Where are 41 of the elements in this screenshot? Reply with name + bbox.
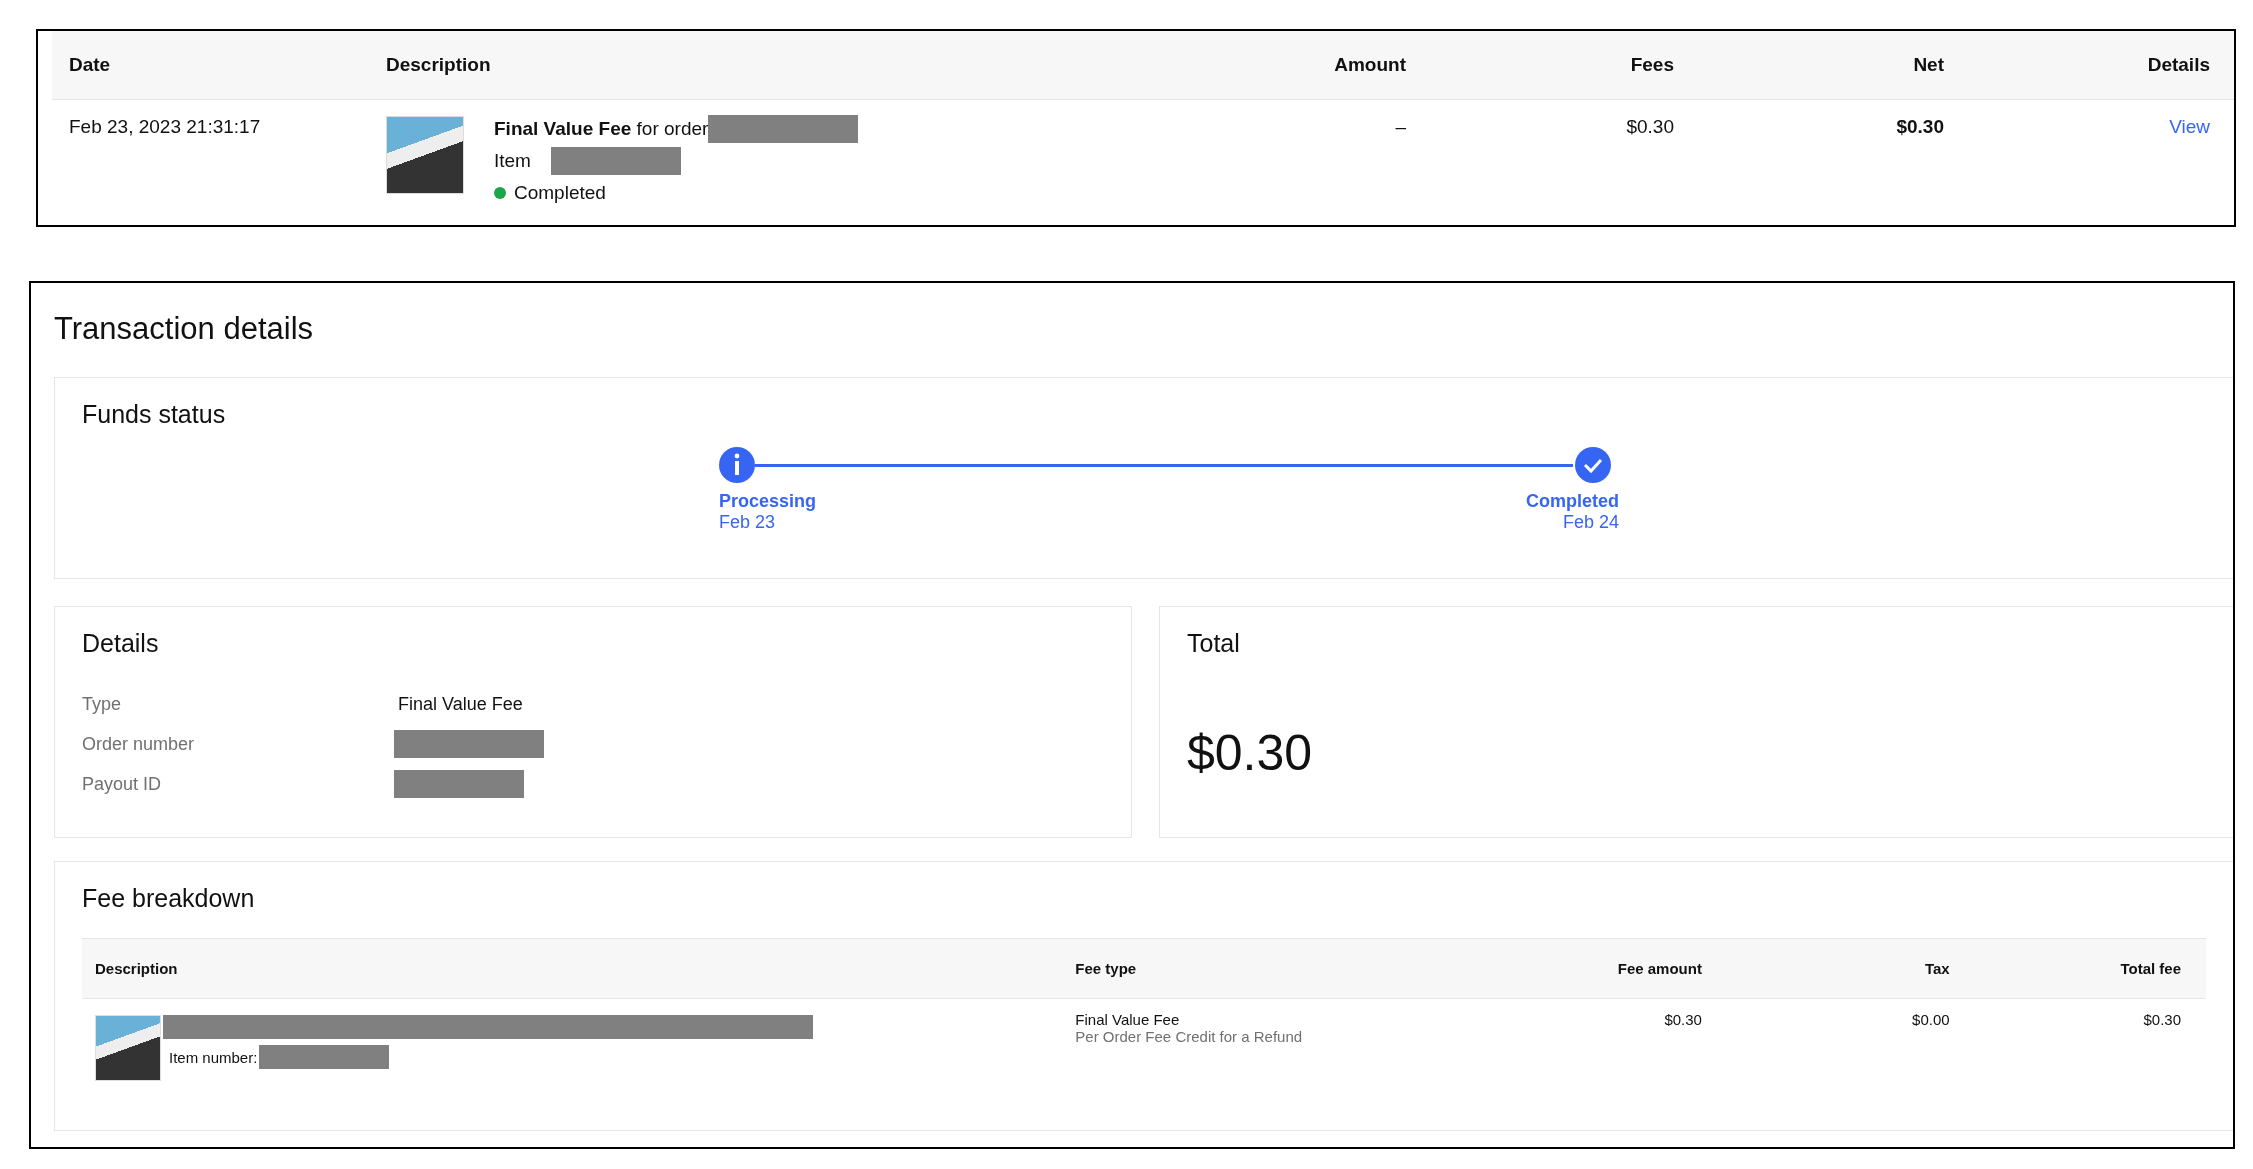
fee-note: Per Order Fee Credit for a Refund bbox=[1075, 1028, 1304, 1045]
column-header: Fee amount bbox=[1616, 960, 1702, 977]
step-date: Feb 24 bbox=[1562, 512, 1619, 533]
column-header: Description bbox=[386, 54, 492, 76]
fee-amount-cell-text: $0.30 bbox=[1663, 1011, 1702, 1030]
card-title: Fee breakdown bbox=[82, 884, 256, 913]
field-label: Payout ID bbox=[82, 773, 163, 795]
column-header: Description bbox=[94, 960, 179, 977]
fee-title: Final Value Fee for order bbox=[494, 118, 709, 140]
column-header: Details bbox=[2146, 54, 2210, 76]
card-title: Total bbox=[1187, 629, 1241, 658]
column-header: Tax bbox=[1923, 960, 1950, 977]
item-label: Item bbox=[494, 150, 531, 172]
fee-type: Final Value Fee bbox=[1075, 1011, 1181, 1028]
checkmark-icon bbox=[1575, 447, 1611, 483]
column-header: Fees bbox=[1629, 54, 1674, 76]
tax-cell-text: $0.00 bbox=[1911, 1011, 1950, 1030]
column-header: Date bbox=[68, 54, 112, 76]
column-header: Fee type bbox=[1075, 960, 1138, 977]
step-label: Completed bbox=[1526, 491, 1619, 512]
card-title: Funds status bbox=[82, 400, 227, 429]
column-header: Amount bbox=[1333, 54, 1406, 76]
total-amount: $0.30 bbox=[1187, 724, 1314, 782]
column-header: Total fee bbox=[2119, 960, 2182, 977]
field-label: Order number bbox=[82, 733, 196, 755]
item-number-label: Item number: bbox=[169, 1048, 258, 1066]
card-title: Details bbox=[82, 629, 160, 658]
total-fee-cell-text: $0.30 bbox=[2142, 1011, 2182, 1030]
column-header: Net bbox=[1912, 54, 1944, 76]
net-cell-text: $0.30 bbox=[1895, 116, 1944, 139]
amount-cell-text: – bbox=[1394, 116, 1406, 139]
field-value: Final Value Fee bbox=[397, 693, 523, 715]
fees-cell-text: $0.30 bbox=[1625, 116, 1674, 139]
status-text: Completed bbox=[514, 182, 606, 204]
view-link[interactable]: View bbox=[2169, 116, 2210, 137]
date-cell-text: Feb 23, 2023 21:31:17 bbox=[68, 116, 262, 139]
panel-title: Transaction details bbox=[54, 311, 315, 347]
field-label: Type bbox=[82, 693, 123, 715]
photo-placeholder bbox=[95, 1015, 161, 1081]
step-date: Feb 23 bbox=[719, 512, 777, 533]
step-label: Processing bbox=[719, 491, 817, 512]
